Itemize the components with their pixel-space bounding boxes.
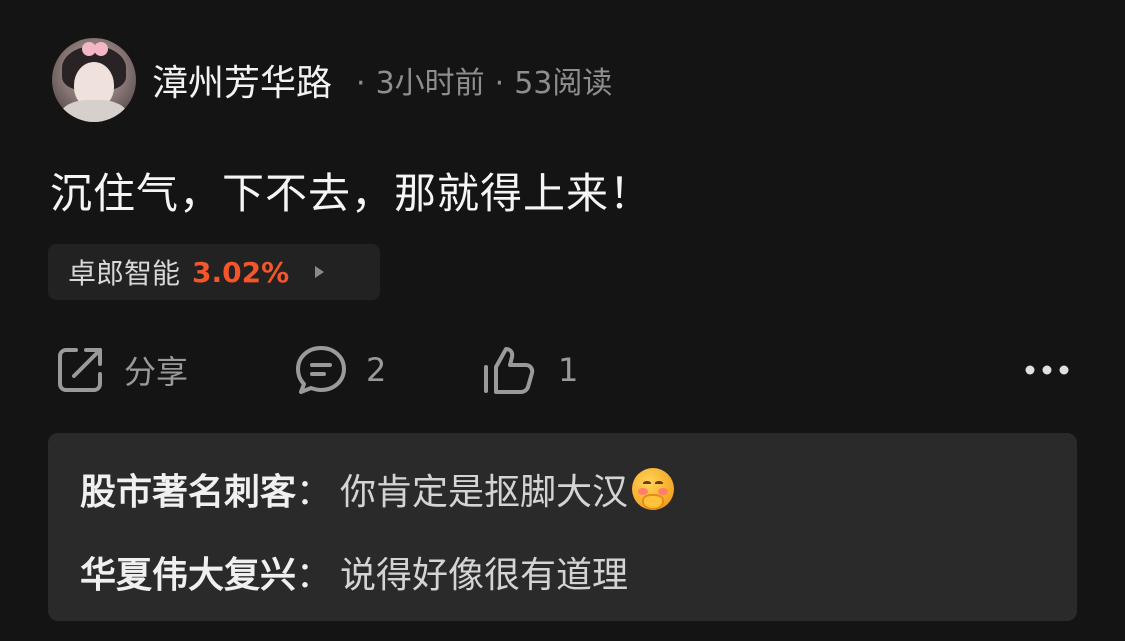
comment-colon: ： — [296, 555, 333, 596]
username[interactable]: 漳州芳华路 — [152, 54, 332, 106]
comment-item[interactable]: 华夏伟大复兴 ： 说得好像很有道理 — [80, 546, 628, 598]
post-content[interactable]: 沉住气，下不去，那就得上来！ — [50, 160, 652, 221]
comment-colon: ： — [296, 472, 333, 513]
share-button[interactable]: 分享 — [54, 340, 188, 400]
stock-change: 3.02% — [192, 255, 290, 289]
post-meta: · 3小时前 · 53阅读 — [346, 58, 612, 102]
comment-preview-box[interactable]: 股市著名刺客 ： 你肯定是抠脚大汉 华夏伟大复兴 ： 说得好像很有道理 — [48, 433, 1077, 621]
post-time: 3小时前 — [375, 66, 485, 101]
comment-count: 2 — [366, 351, 387, 389]
stock-tag[interactable]: 卓郎智能 3.02% — [48, 244, 380, 300]
comment-user[interactable]: 华夏伟大复兴 — [80, 546, 296, 598]
share-icon — [54, 344, 106, 396]
comment-bubble-icon — [294, 344, 348, 396]
action-bar: 分享 2 1 — [0, 340, 1125, 400]
meta-separator: · — [356, 66, 366, 101]
avatar-body — [60, 100, 128, 122]
comment-button[interactable]: 2 — [294, 340, 386, 400]
comment-text: 说得好像很有道理 — [340, 555, 629, 596]
user-avatar[interactable] — [52, 38, 136, 122]
comment-user[interactable]: 股市著名刺客 — [80, 463, 296, 515]
like-button[interactable]: 1 — [480, 340, 578, 400]
meta-separator: · — [494, 66, 505, 101]
chevron-right-icon — [315, 266, 325, 278]
post-header: 漳州芳华路 · 3小时前 · 53阅读 — [52, 38, 612, 122]
share-label: 分享 — [124, 353, 189, 391]
read-count: 53阅读 — [514, 66, 613, 101]
more-options-button[interactable] — [1024, 340, 1070, 400]
thumbs-up-icon — [480, 343, 540, 397]
stock-name: 卓郎智能 — [68, 257, 181, 290]
like-count: 1 — [558, 351, 579, 389]
avatar-bunny-ear — [94, 42, 108, 56]
comment-item[interactable]: 股市著名刺客 ： 你肯定是抠脚大汉 — [80, 463, 675, 515]
comment-text: 你肯定是抠脚大汉 — [340, 472, 629, 513]
shy-hug-emoji-icon — [632, 468, 675, 510]
more-dots-icon — [1024, 364, 1070, 376]
